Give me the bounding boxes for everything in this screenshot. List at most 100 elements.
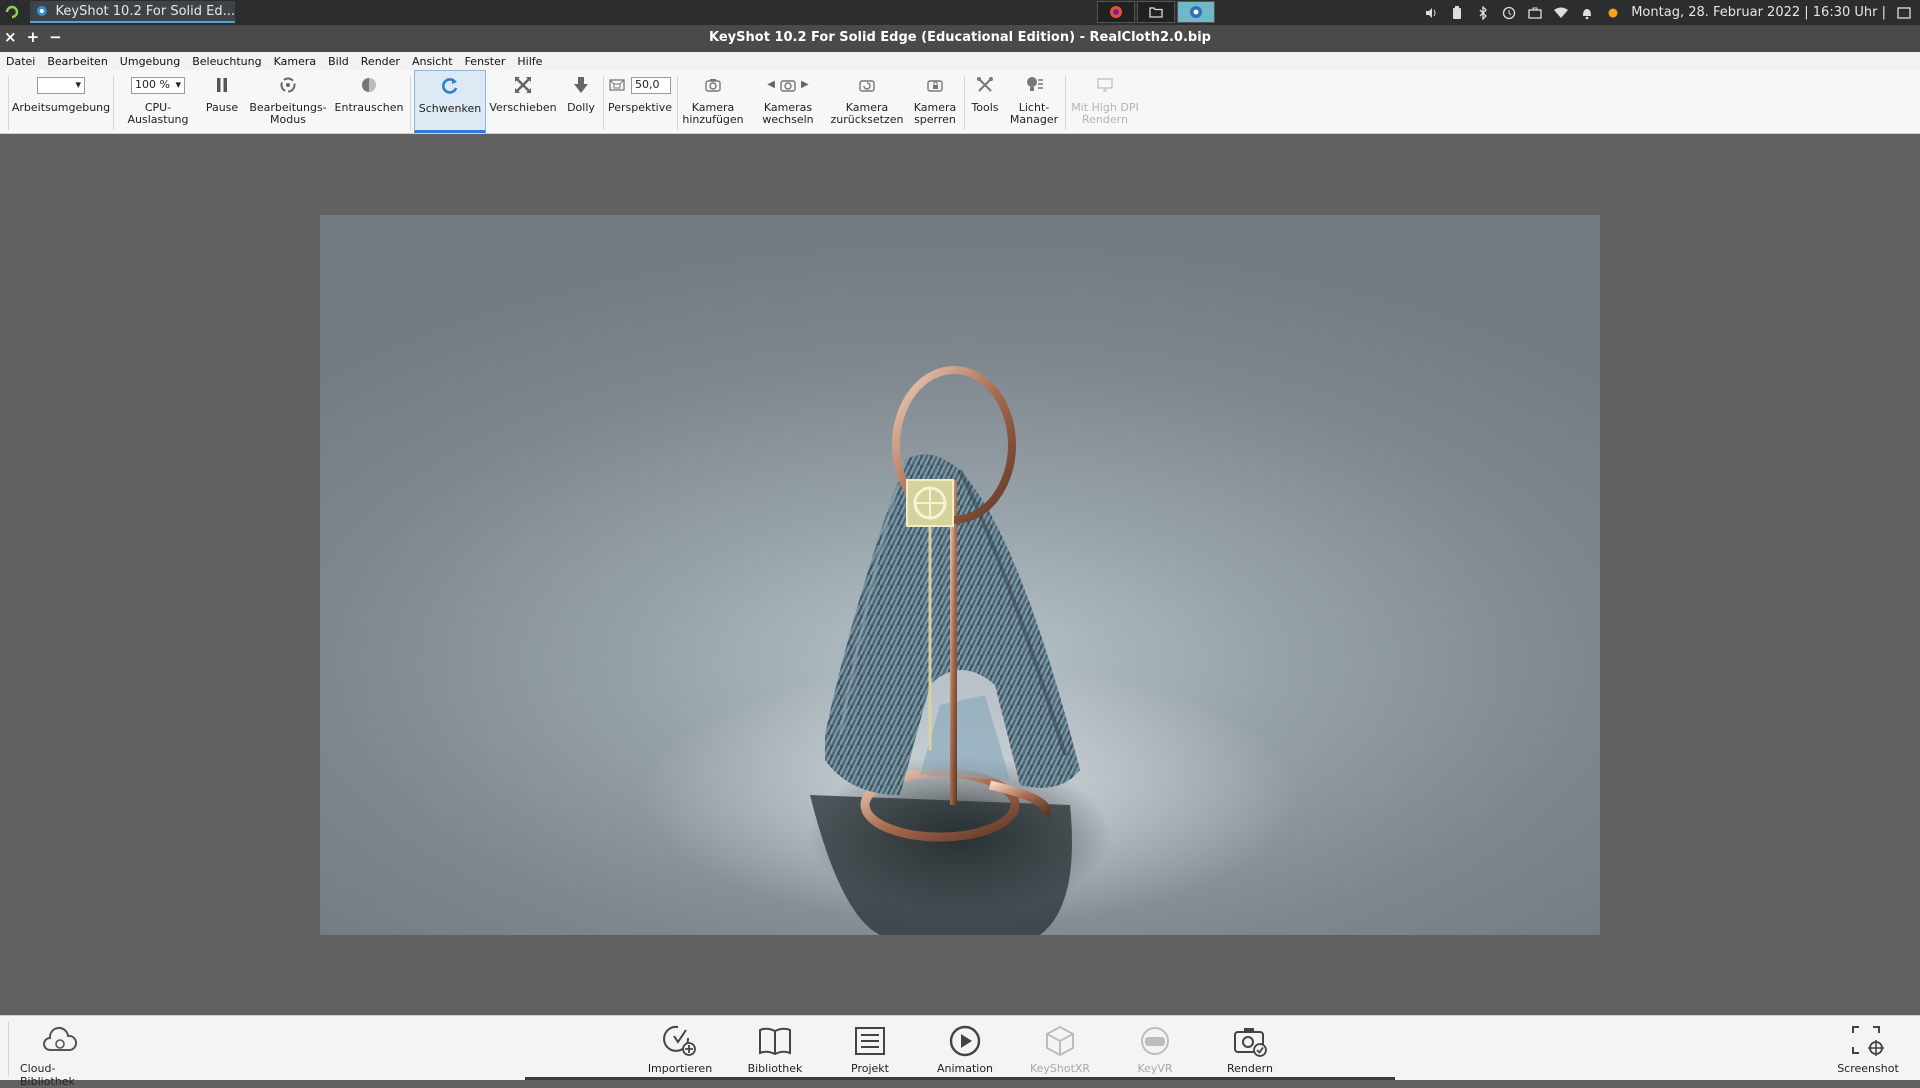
menu-bild[interactable]: Bild	[322, 55, 355, 68]
reset-camera-button[interactable]: Kamera zurücksetzen	[828, 70, 906, 133]
previous-camera-icon[interactable]: ◀	[767, 79, 775, 91]
firefox-launcher[interactable]	[1097, 1, 1135, 23]
switch-cameras-button[interactable]: ◀ ▶ Kameras wechseln	[750, 70, 826, 133]
perspective-icon[interactable]	[609, 78, 625, 92]
menu-umgebung[interactable]: Umgebung	[114, 55, 186, 68]
cloud-library-label: Cloud-Bibliothek	[20, 1062, 75, 1088]
chevron-down-icon: ▾	[75, 78, 81, 91]
show-desktop-icon[interactable]	[1896, 5, 1912, 21]
monitor-icon	[1097, 78, 1113, 92]
firefox-icon	[1110, 6, 1122, 18]
render-button[interactable]: Rendern	[1210, 1020, 1290, 1075]
chevron-down-icon: ▾	[175, 78, 181, 91]
clipboard-icon[interactable]	[1501, 5, 1517, 21]
menu-beleuchtung[interactable]: Beleuchtung	[186, 55, 267, 68]
menu-kamera[interactable]: Kamera	[268, 55, 323, 68]
system-clock[interactable]: Montag, 28. Februar 2022 | 16:30 Uhr |	[1631, 5, 1886, 20]
play-icon	[949, 1025, 981, 1057]
keyvr-button[interactable]: KeyVR	[1115, 1020, 1195, 1075]
import-icon	[663, 1025, 696, 1056]
pause-button[interactable]: Pause	[202, 70, 242, 133]
keyshot-app-icon	[36, 6, 47, 16]
bell-icon[interactable]	[1579, 5, 1595, 21]
denoise-label: Entrauschen	[334, 101, 404, 114]
animation-label: Animation	[936, 1062, 994, 1075]
workspace-dropdown[interactable]: ▾	[37, 76, 85, 94]
reset-camera-icon	[859, 80, 875, 92]
bluetooth-icon[interactable]	[1475, 5, 1491, 21]
system-menu-icon[interactable]	[4, 4, 20, 20]
dolly-button[interactable]: Dolly	[560, 70, 602, 133]
tumble-label: Schwenken	[418, 102, 482, 115]
ribbon-grip[interactable]	[8, 76, 9, 130]
field-of-view-input[interactable]: 50,0	[631, 76, 671, 94]
menu-bearbeiten[interactable]: Bearbeiten	[41, 55, 113, 68]
vr-headset-icon	[1141, 1027, 1169, 1055]
bottom-toolbar: Cloud-Bibliothek Importieren Bibliothek …	[0, 1015, 1920, 1088]
project-label: Projekt	[851, 1062, 889, 1075]
high-dpi-label-2: Rendern	[1082, 113, 1128, 126]
high-dpi-render-button[interactable]: Mit High DPI Rendern	[1068, 70, 1142, 133]
light-manager-label-2: Manager	[1009, 113, 1059, 126]
library-label: Bibliothek	[747, 1062, 803, 1075]
render-viewport[interactable]	[320, 215, 1600, 935]
file-manager-launcher[interactable]	[1137, 1, 1175, 23]
ribbon-separator	[1065, 76, 1066, 130]
volume-icon[interactable]	[1423, 5, 1439, 21]
cloud-library-icon	[43, 1027, 78, 1051]
field-of-view-value: 50,0	[635, 78, 660, 91]
pan-label: Verschieben	[489, 101, 557, 114]
menu-ansicht[interactable]: Ansicht	[406, 55, 459, 68]
briefcase-icon[interactable]	[1527, 5, 1543, 21]
book-icon	[759, 1027, 791, 1056]
import-button[interactable]: Importieren	[640, 1020, 720, 1075]
pan-button[interactable]: Verschieben	[488, 70, 558, 133]
add-camera-icon	[705, 79, 721, 92]
render-camera-icon	[1234, 1028, 1267, 1057]
battery-icon[interactable]	[1449, 5, 1465, 21]
denoise-button[interactable]: Entrauschen	[333, 70, 405, 133]
tools-button[interactable]: Tools	[966, 70, 1004, 133]
animation-button[interactable]: Animation	[925, 1020, 1005, 1075]
rendered-scene	[640, 366, 1300, 935]
window-title: KeyShot 10.2 For Solid Edge (Educational…	[709, 30, 1211, 45]
wifi-icon[interactable]	[1553, 5, 1569, 21]
ribbon-separator	[964, 76, 965, 130]
screenshot-button[interactable]: Screenshot	[1828, 1020, 1908, 1075]
next-camera-icon[interactable]: ▶	[801, 79, 809, 91]
cpu-group: 100 % ▾ CPU-Auslastung	[115, 70, 201, 133]
workspace-label: Arbeitsumgebung	[11, 101, 111, 114]
ribbon-separator	[677, 76, 678, 130]
import-label: Importieren	[647, 1062, 713, 1075]
ribbon-separator	[603, 76, 604, 130]
library-button[interactable]: Bibliothek	[735, 1020, 815, 1075]
workspace-group: ▾ Arbeitsumgebung	[12, 70, 110, 133]
taskbar-window-button[interactable]: KeyShot 10.2 For Solid Ed...	[30, 1, 235, 23]
cpu-usage-dropdown[interactable]: 100 % ▾	[131, 76, 185, 94]
menu-hilfe[interactable]: Hilfe	[511, 55, 548, 68]
lock-camera-button[interactable]: Kamera sperren	[908, 70, 962, 133]
reset-camera-label-2: zurücksetzen	[830, 113, 904, 126]
denoise-icon	[362, 78, 376, 92]
project-list-icon	[855, 1027, 885, 1055]
menu-render[interactable]: Render	[355, 55, 406, 68]
project-button[interactable]: Projekt	[830, 1020, 910, 1075]
keyshot-launcher[interactable]	[1177, 1, 1215, 23]
add-camera-button[interactable]: Kamera hinzufügen	[680, 70, 746, 133]
light-manager-button[interactable]: Licht- Manager	[1006, 70, 1062, 133]
menu-fenster[interactable]: Fenster	[459, 55, 512, 68]
cloud-library-button[interactable]: Cloud-Bibliothek	[20, 1020, 100, 1088]
keyshotxr-button[interactable]: KeyShotXR	[1020, 1020, 1100, 1075]
keyvr-label: KeyVR	[1137, 1062, 1173, 1075]
menu-datei[interactable]: Datei	[0, 55, 41, 68]
bottom-grip[interactable]	[8, 1022, 9, 1076]
cpu-usage-label: CPU-Auslastung	[127, 101, 189, 126]
add-camera-label-2: hinzufügen	[682, 113, 744, 126]
lock-camera-icon	[927, 80, 943, 92]
tumble-button[interactable]: Schwenken	[414, 70, 486, 133]
tools-label: Tools	[971, 101, 999, 114]
update-dot-icon[interactable]	[1605, 5, 1621, 21]
pause-icon	[217, 78, 227, 92]
cpu-usage-value: 100 %	[135, 78, 170, 91]
edit-mode-button[interactable]: Bearbeitungs- Modus	[244, 70, 332, 133]
